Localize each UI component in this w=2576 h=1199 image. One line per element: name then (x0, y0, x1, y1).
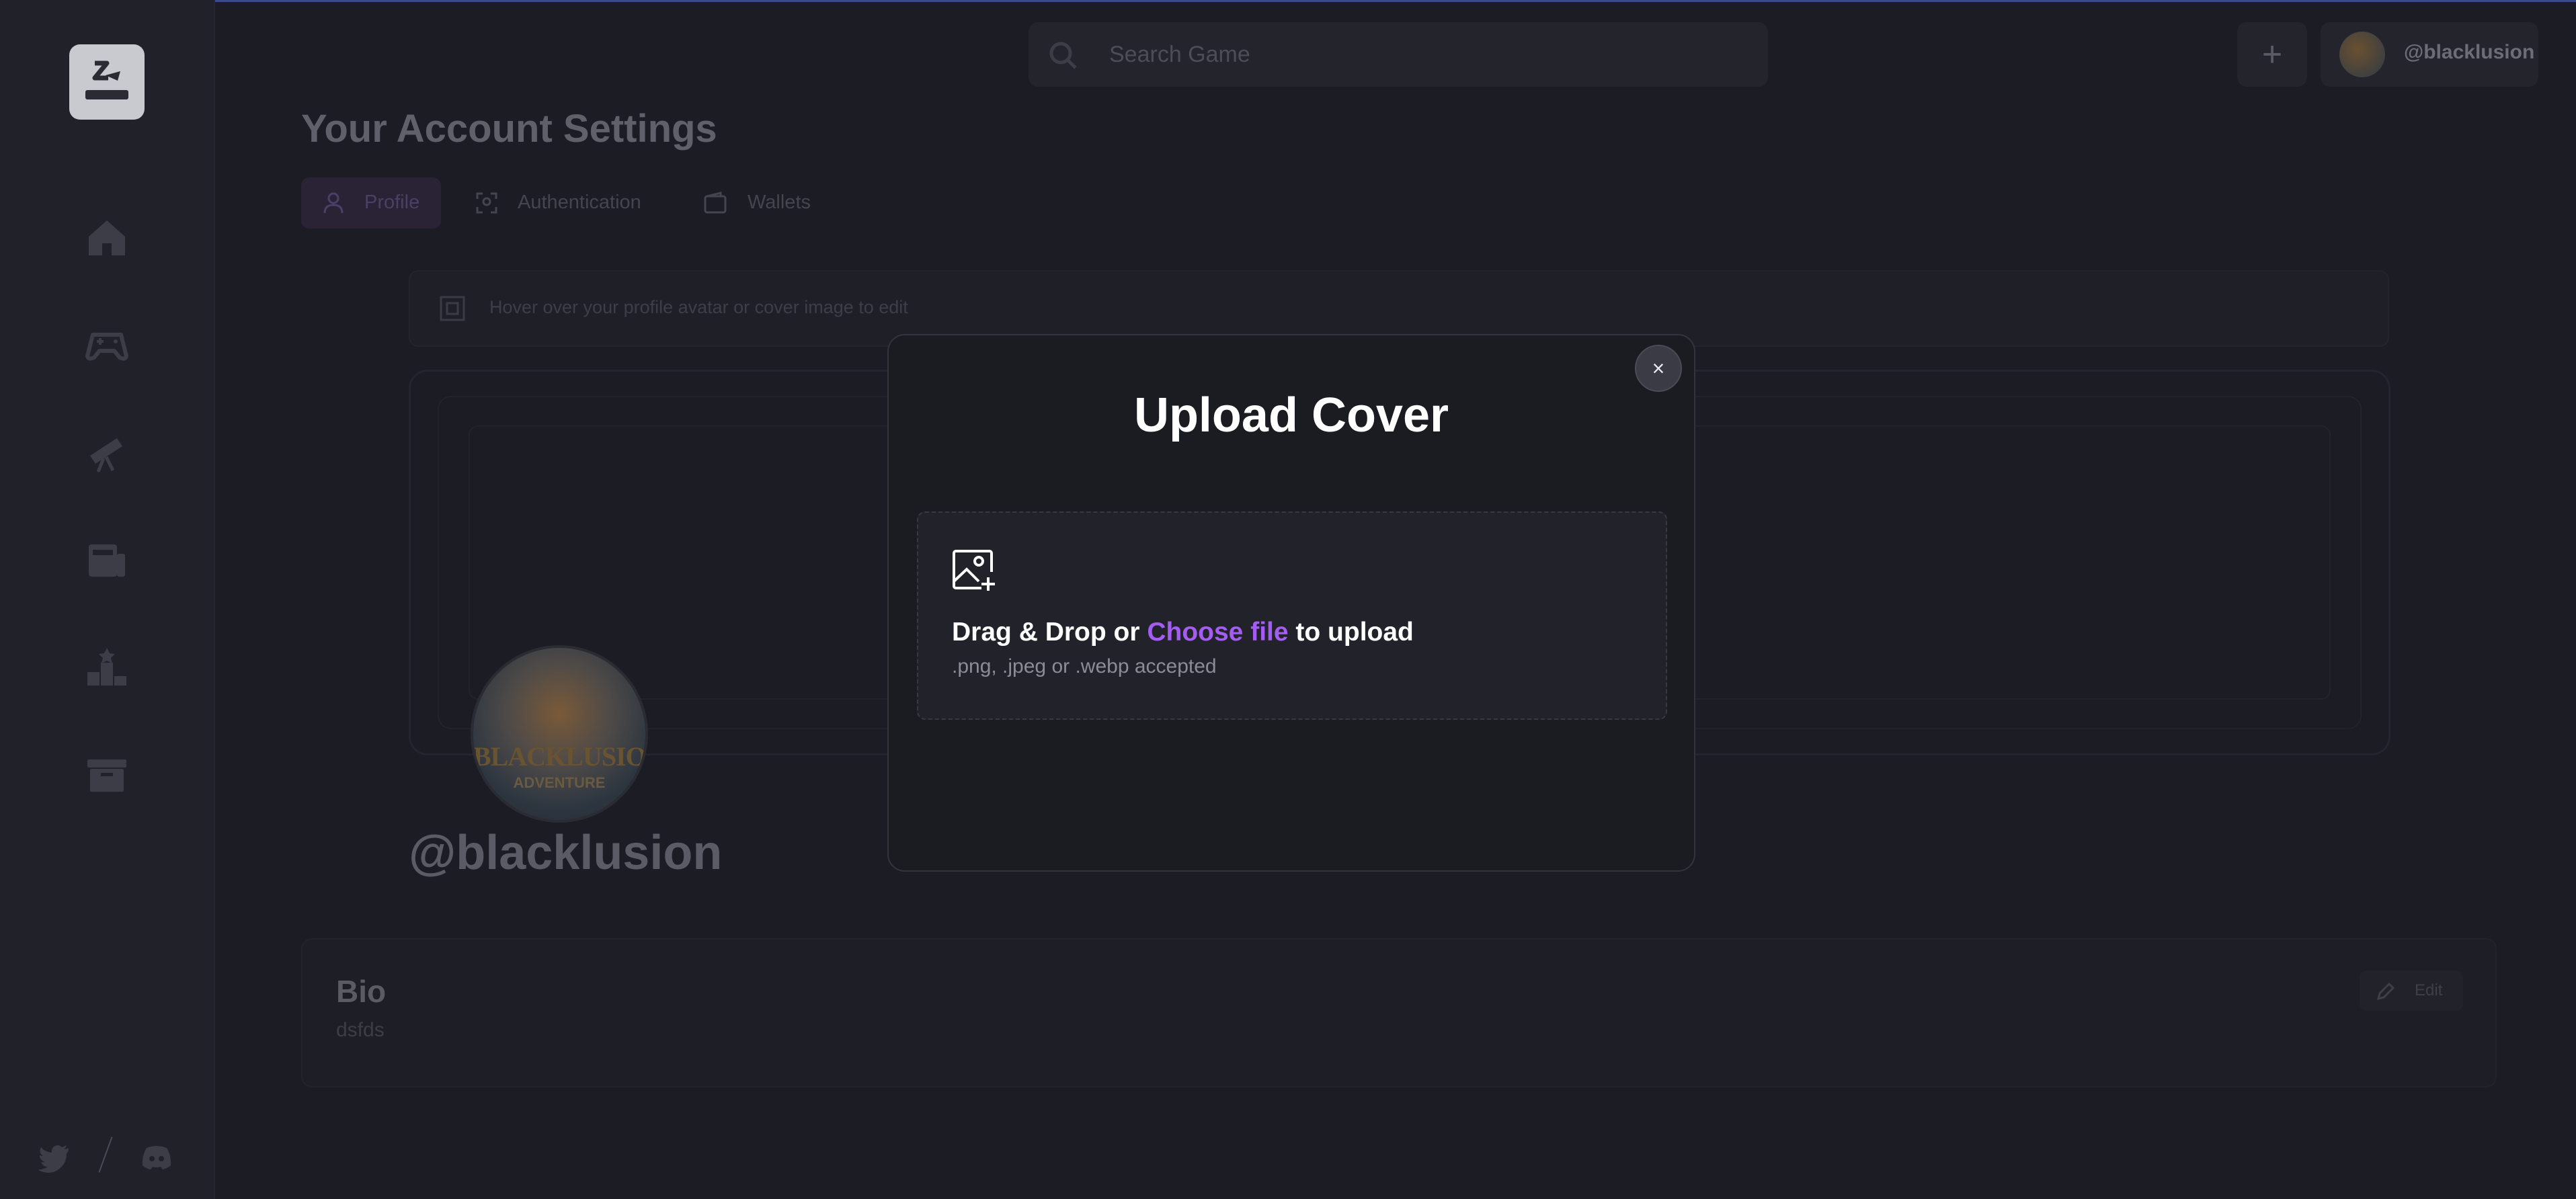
telescope-icon[interactable] (83, 429, 130, 476)
search-bar[interactable] (1029, 22, 1768, 87)
close-button[interactable]: × (1635, 345, 1682, 392)
accepted-formats: .png, .jpeg or .webp accepted (952, 655, 1217, 677)
choose-file-link[interactable]: Choose file (1147, 618, 1288, 647)
page-title: Your Account Settings (301, 107, 717, 151)
leaderboard-icon[interactable] (83, 644, 130, 691)
archive-icon[interactable] (83, 751, 130, 798)
news-icon[interactable] (83, 536, 130, 583)
pencil-icon (2376, 982, 2395, 1001)
user-icon (323, 192, 344, 214)
avatar (2339, 32, 2385, 77)
twitter-icon[interactable] (37, 1140, 73, 1173)
discord-icon[interactable] (140, 1140, 173, 1173)
bio-card: Bio dsfds Edit (301, 938, 2497, 1087)
avatar-sub-text: ADVENTURE (513, 774, 606, 791)
logo-icon (85, 60, 128, 99)
add-button[interactable]: + (2237, 22, 2307, 87)
edit-label: Edit (2415, 981, 2443, 999)
search-input[interactable] (1108, 37, 1716, 72)
wallet-icon (704, 192, 727, 214)
image-add-icon (953, 550, 995, 591)
drop-suffix: to upload (1288, 618, 1414, 647)
bio-value: dsfds (336, 1019, 385, 1041)
sidebar (0, 0, 215, 1199)
drop-prefix: Drag & Drop or (952, 618, 1148, 647)
tab-label: Authentication (518, 192, 641, 213)
profile-avatar[interactable]: BLACKLUSION ADVENTURE (471, 645, 648, 823)
file-drop-zone[interactable]: Drag & Drop or Choose file to upload .pn… (917, 511, 1667, 720)
tab-profile[interactable]: Profile (301, 177, 441, 229)
app-logo[interactable] (69, 44, 145, 120)
header-username: @blacklusion (2404, 41, 2535, 63)
upload-cover-modal: × Upload Cover Drag & Drop or Choose fil… (887, 334, 1695, 872)
home-icon[interactable] (83, 214, 130, 261)
search-icon (1049, 42, 1077, 69)
profile-username: @blacklusion (409, 826, 723, 880)
image-edit-icon (440, 296, 465, 321)
tab-label: Wallets (748, 192, 811, 213)
modal-title: Upload Cover (1133, 388, 1449, 442)
tab-wallets[interactable]: Wallets (683, 177, 824, 229)
bio-heading: Bio (336, 974, 387, 1009)
hint-text: Hover over your profile avatar or cover … (489, 297, 908, 317)
edit-bio-button[interactable]: Edit (2360, 970, 2463, 1011)
gamepad-icon[interactable] (83, 321, 130, 368)
tab-authentication[interactable]: Authentication (454, 177, 670, 229)
scan-face-icon (476, 192, 497, 214)
tab-label: Profile (364, 192, 420, 213)
avatar-brand-text: BLACKLUSION (473, 741, 648, 772)
social-divider (98, 1136, 113, 1173)
drop-instructions: Drag & Drop or Choose file to upload (952, 618, 1414, 647)
window-top-border (0, 0, 2576, 2)
user-menu-button[interactable]: @blacklusion (2321, 22, 2538, 87)
